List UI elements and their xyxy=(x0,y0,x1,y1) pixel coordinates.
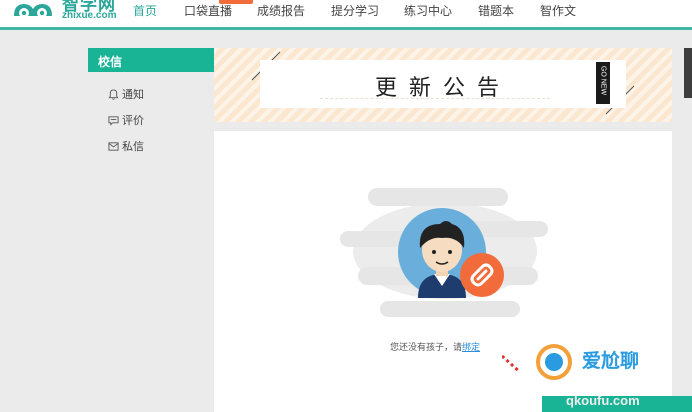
nav-item-practice[interactable]: 练习中心 xyxy=(404,2,452,19)
nav-item-live[interactable]: 口袋直播 xyxy=(184,2,232,19)
site-logo[interactable]: 智学网 zhixue.com xyxy=(8,0,118,26)
watermark-site: qkoufu.com xyxy=(566,393,640,408)
owl-logo-icon xyxy=(14,4,52,18)
nav-item-essay[interactable]: 智作文 xyxy=(540,2,576,19)
comment-icon xyxy=(108,116,119,126)
watermark-url: igaliao.com xyxy=(580,376,641,388)
sidebar-item-review[interactable]: 评价 xyxy=(108,112,144,128)
nav-item-home[interactable]: 首页 xyxy=(133,2,157,19)
bell-icon xyxy=(108,89,119,100)
top-navigation-bar: 智学网 zhixue.com 首页 口袋直播 成绩报告 提分学习 练习中心 错题… xyxy=(0,0,692,30)
watermark-text: 爱尬聊 xyxy=(582,350,640,372)
nav-item-report[interactable]: 成绩报告 xyxy=(257,2,305,19)
mail-icon xyxy=(108,142,119,151)
sidebar-item-notice[interactable]: 通知 xyxy=(108,86,144,102)
sidebar-item-label: 私信 xyxy=(122,140,144,153)
sidebar-item-label: 评价 xyxy=(122,114,144,127)
bind-child-link[interactable]: 绑定 xyxy=(462,343,480,353)
sidebar-title: 校信 xyxy=(88,48,214,72)
empty-state-message: 您还没有孩子，请绑定 xyxy=(390,340,480,353)
sidebar-item-message[interactable]: 私信 xyxy=(108,138,144,154)
banner-divider xyxy=(320,98,550,102)
banner-tag: GO NEW xyxy=(596,62,610,104)
empty-state-text: 您还没有孩子，请 xyxy=(390,343,463,353)
banner-card: 更新公告 xyxy=(260,60,626,108)
right-panel-edge xyxy=(684,48,692,98)
logo-domain: zhixue.com xyxy=(62,10,117,21)
sidebar-item-label: 通知 xyxy=(122,88,144,101)
nav-item-study[interactable]: 提分学习 xyxy=(331,2,379,19)
nav-item-mistakes[interactable]: 错题本 xyxy=(478,2,514,19)
link-icon xyxy=(460,253,504,297)
nav-badge xyxy=(219,0,253,4)
sidebar: 校信 通知 评价 私信 xyxy=(88,48,214,168)
